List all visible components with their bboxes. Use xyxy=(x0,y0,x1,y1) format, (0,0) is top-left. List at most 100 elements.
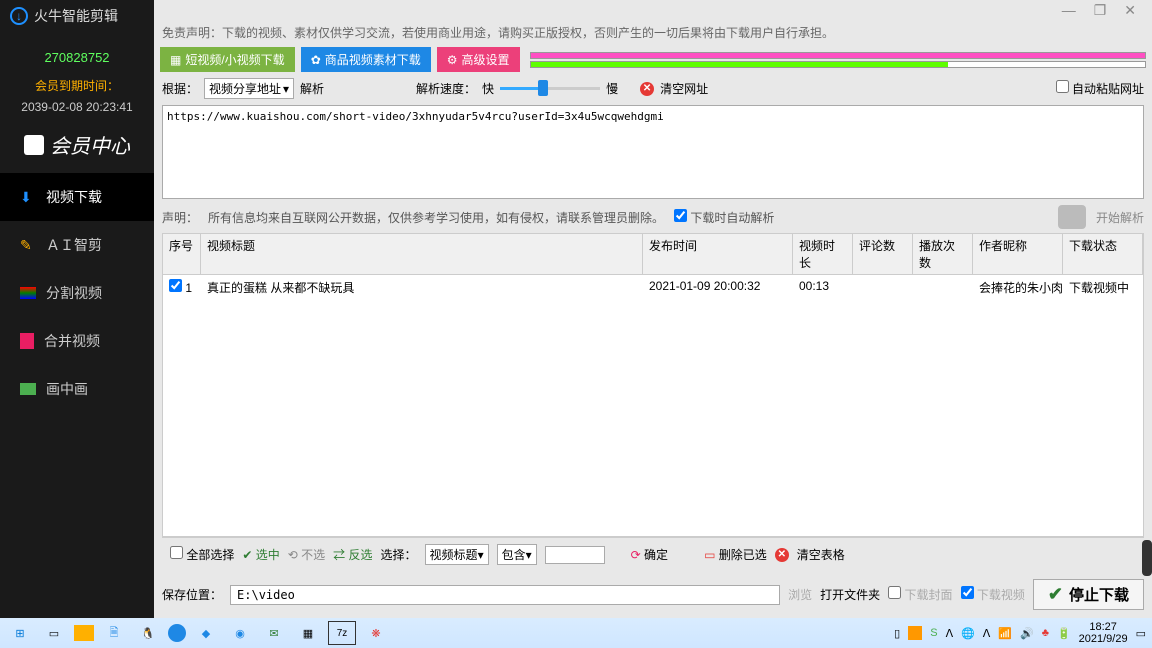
window-minimize[interactable]: — xyxy=(1062,2,1076,18)
clear-url-button[interactable]: 清空网址 xyxy=(660,80,708,97)
browse-button[interactable]: 浏览 xyxy=(788,586,812,603)
parse-button[interactable]: 解析 xyxy=(300,80,324,97)
stop-download-button[interactable]: ✔停止下载 xyxy=(1033,579,1144,610)
cell-play xyxy=(913,277,973,298)
user-id: 270828752 xyxy=(0,32,154,73)
nav-merge-video[interactable]: 合并视频 xyxy=(0,317,154,365)
th-duration: 视频时长 xyxy=(793,234,853,274)
delete-selected-button[interactable]: ▭ 删除已选 xyxy=(704,546,767,563)
tray-s-icon[interactable]: S xyxy=(930,627,937,639)
slider-thumb[interactable] xyxy=(538,80,548,96)
app-icon-1[interactable]: 🗎 xyxy=(100,621,128,645)
contain-select[interactable]: 包含▾ xyxy=(497,544,537,565)
notification-icon[interactable]: ▭ xyxy=(1136,627,1146,640)
scrollbar[interactable] xyxy=(1142,540,1152,576)
chevron-down-icon: ▾ xyxy=(526,548,532,562)
unselect-button[interactable]: ⟲ 不选 xyxy=(288,546,325,563)
progress-bar-green xyxy=(530,61,1146,68)
auto-paste-checkbox[interactable]: 自动粘贴网址 xyxy=(1056,80,1144,97)
progress-bar-pink xyxy=(530,52,1146,59)
tab-advanced[interactable]: ⚙高级设置 xyxy=(437,47,520,72)
controls-row: 根据： 视频分享地址▾ 解析 解析速度： 快 慢 ✕ 清空网址 自动粘贴网址 xyxy=(154,74,1152,103)
window-close[interactable]: ✕ xyxy=(1124,2,1136,19)
chat-icon[interactable] xyxy=(1058,205,1086,229)
table-row[interactable]: 1 真正的蛋糕 从来都不缺玩具 2021-01-09 20:00:32 00:1… xyxy=(163,275,1143,300)
url-textarea[interactable]: https://www.kuaishou.com/short-video/3xh… xyxy=(162,105,1144,199)
nav-video-download[interactable]: ⬇ 视频下载 xyxy=(0,173,154,221)
tab-short-video[interactable]: ▦短视频/小视频下载 xyxy=(160,47,295,72)
tray-wifi-icon[interactable]: 📶 xyxy=(998,627,1012,640)
invert-button[interactable]: ⇄ 反选 xyxy=(333,546,372,563)
save-path-input[interactable] xyxy=(230,585,780,605)
pip-icon xyxy=(20,383,36,395)
confirm-button[interactable]: ⟳ 确定 xyxy=(631,546,668,563)
system-clock[interactable]: 18:27 2021/9/29 xyxy=(1079,621,1128,645)
expire-label: 会员到期时间： xyxy=(0,73,154,98)
app-icon-4[interactable]: ◉ xyxy=(226,621,254,645)
save-row: 保存位置： 浏览 打开文件夹 下载封面 下载视频 ✔停止下载 xyxy=(154,571,1152,618)
tray-app-icon[interactable]: ♣ xyxy=(1042,627,1049,639)
nav-pip[interactable]: 画中画 xyxy=(0,365,154,413)
select-button[interactable]: ✔ 选中 xyxy=(242,546,279,563)
chevron-down-icon: ▾ xyxy=(478,548,484,562)
member-center-link[interactable]: 会员中心 xyxy=(0,122,154,173)
download-icon: ⬇ xyxy=(20,189,36,205)
th-author: 作者昵称 xyxy=(973,234,1063,274)
app-logo-icon: ↓ xyxy=(10,7,28,25)
nav-label: 合并视频 xyxy=(44,331,100,351)
download-video-checkbox[interactable]: 下载视频 xyxy=(961,586,1025,603)
start-parse-button[interactable]: 开始解析 xyxy=(1096,209,1144,226)
app-title: 火牛智能剪辑 xyxy=(34,6,118,26)
taskview-icon[interactable]: ▭ xyxy=(40,621,68,645)
tray-vol-icon[interactable]: 🔊 xyxy=(1020,627,1034,640)
app-icon-5[interactable]: ▦ xyxy=(294,621,322,645)
app-icon-2[interactable] xyxy=(168,624,186,642)
table-header: 序号 视频标题 发布时间 视频时长 评论数 播放次数 作者昵称 下载状态 xyxy=(162,233,1144,275)
row-checkbox[interactable] xyxy=(169,279,182,292)
cell-dur: 00:13 xyxy=(793,277,853,298)
pick-field-select[interactable]: 视频标题▾ xyxy=(425,544,489,565)
main-panel: — ❐ ✕ 免责声明：下载的视频、素材仅供学习交流，若使用商业用途，请购买正版授… xyxy=(154,0,1152,618)
explorer-icon[interactable] xyxy=(74,625,94,641)
wechat-icon[interactable]: ✉ xyxy=(260,621,288,645)
tray-up-icon[interactable]: ᐱ xyxy=(946,627,954,640)
tray-ime-icon[interactable] xyxy=(908,626,922,640)
th-publish: 发布时间 xyxy=(643,234,793,274)
app-icon-6[interactable]: ❋ xyxy=(362,621,390,645)
nav-ai-clip[interactable]: ✎ ＡＩ智剪 xyxy=(0,221,154,269)
progress-bars xyxy=(530,52,1146,68)
nav-label: 画中画 xyxy=(46,379,88,399)
check-icon: ✔ xyxy=(1048,584,1063,605)
app-icon-3[interactable]: ◆ xyxy=(192,621,220,645)
titlebar: — ❐ ✕ xyxy=(154,0,1152,20)
auto-parse-checkbox[interactable]: 下载时自动解析 xyxy=(674,209,774,226)
filter-input[interactable] xyxy=(545,546,605,564)
tray-up2-icon[interactable]: ᐱ xyxy=(983,627,991,640)
select-all-checkbox[interactable]: 全部选择 xyxy=(170,546,234,563)
merge-icon xyxy=(20,333,34,349)
speed-label: 解析速度： xyxy=(416,80,476,97)
tray-icon[interactable]: ▯ xyxy=(894,627,900,640)
clear-table-button[interactable]: 清空表格 xyxy=(797,546,845,563)
cell-stat: 下载视频中 xyxy=(1063,277,1143,298)
speed-slider[interactable] xyxy=(500,87,600,90)
tray-battery-icon[interactable]: 🔋 xyxy=(1057,627,1071,640)
qq-icon[interactable]: 🐧 xyxy=(134,621,162,645)
th-plays: 播放次数 xyxy=(913,234,973,274)
cell-title: 真正的蛋糕 从来都不缺玩具 xyxy=(201,277,643,298)
sidebar: ↓ 火牛智能剪辑 270828752 会员到期时间： 2039-02-08 20… xyxy=(0,0,154,618)
root-select[interactable]: 视频分享地址▾ xyxy=(204,78,294,99)
notice-label: 声明： xyxy=(162,209,198,226)
tray-globe-icon[interactable]: 🌐 xyxy=(961,627,975,640)
nav-split-video[interactable]: 分割视频 xyxy=(0,269,154,317)
start-button[interactable]: ⊞ xyxy=(6,621,34,645)
th-title: 视频标题 xyxy=(201,234,643,274)
window-maximize[interactable]: ❐ xyxy=(1094,2,1107,19)
7z-icon[interactable]: 7z xyxy=(328,621,356,645)
open-folder-button[interactable]: 打开文件夹 xyxy=(820,586,880,603)
logo-area: ↓ 火牛智能剪辑 xyxy=(0,0,154,32)
download-cover-checkbox[interactable]: 下载封面 xyxy=(888,586,952,603)
clear-icon: ✕ xyxy=(775,548,789,562)
tab-product-video[interactable]: ✿商品视频素材下载 xyxy=(301,47,431,72)
expire-time: 2039-02-08 20:23:41 xyxy=(0,98,154,122)
